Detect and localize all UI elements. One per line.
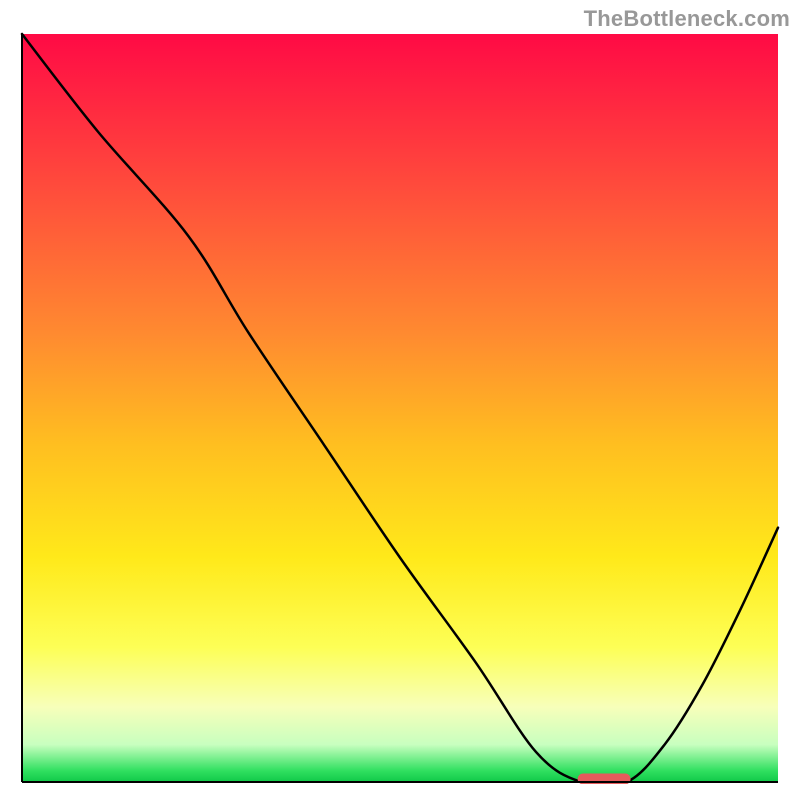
gradient-background [22,34,778,782]
watermark-text: TheBottleneck.com [584,6,790,32]
chart-svg [20,32,780,784]
chart-canvas [20,32,780,784]
